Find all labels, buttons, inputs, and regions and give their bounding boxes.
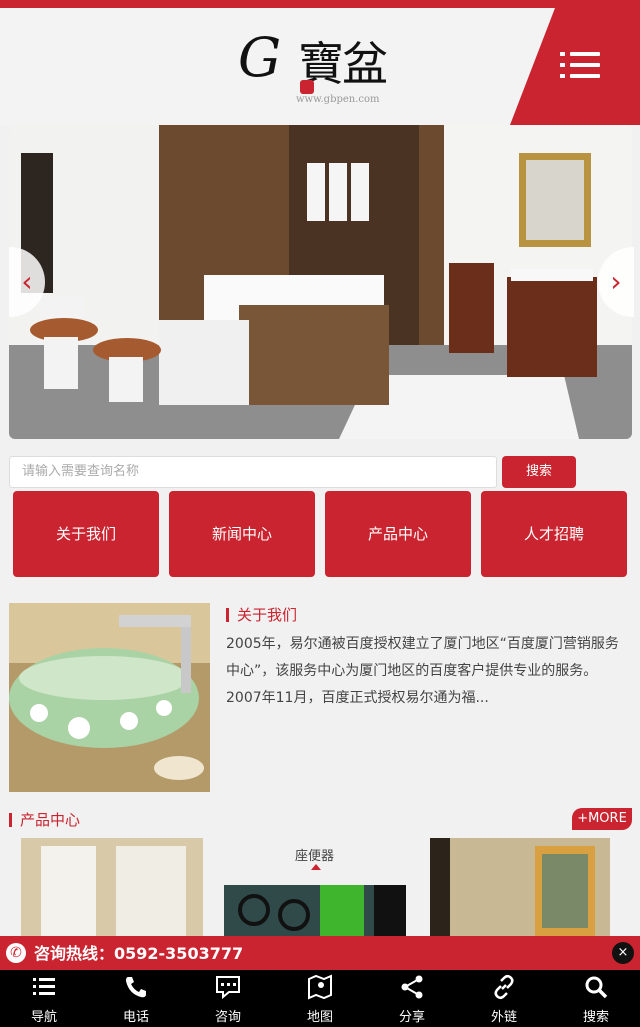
search-button[interactable]: 搜索 [502, 456, 576, 488]
bottom-nav: 导航 电话 咨询 地图 分享 外链 搜索 [0, 970, 640, 1027]
phone-icon [126, 977, 146, 998]
list-icon [33, 978, 55, 995]
bottom-nav-nav[interactable]: 导航 [4, 970, 84, 1027]
nav-jobs-button[interactable]: 人才招聘 [481, 491, 627, 577]
hero-banner[interactable] [9, 125, 632, 439]
search-input[interactable]: 请输入需要查询名称 [9, 456, 497, 488]
hotline-text: 咨询热线：0592-3503777 [34, 944, 244, 963]
nav-products-button[interactable]: 产品中心 [325, 491, 471, 577]
hamburger-icon[interactable] [560, 50, 600, 80]
product-image-2[interactable] [224, 885, 406, 936]
about-image[interactable] [9, 603, 210, 792]
bottom-nav-share[interactable]: 分享 [372, 970, 452, 1027]
hotline-bar[interactable]: ✆ 咨询热线：0592-3503777 × [0, 936, 640, 970]
bottom-nav-label: 咨询 [214, 1010, 241, 1025]
bottom-nav-label: 外链 [490, 1010, 517, 1025]
bottom-nav-map[interactable]: 地图 [280, 970, 360, 1027]
logo-url: www.gbpen.com [296, 94, 380, 105]
bottom-nav-label: 搜索 [582, 1010, 609, 1025]
site-logo[interactable]: G 寶盆 www.gbpen.com [238, 22, 398, 112]
bottom-nav-consult[interactable]: 咨询 [188, 970, 268, 1027]
logo-seal-icon [300, 80, 314, 94]
top-accent-bar [0, 0, 640, 8]
nav-news-button[interactable]: 新闻中心 [169, 491, 315, 577]
about-text: 2005年，易尔通被百度授权建立了厦门地区“百度厦门营销服务中心”，该服务中心为… [226, 636, 619, 706]
map-icon [308, 974, 332, 1000]
bottom-nav-label: 导航 [30, 1010, 57, 1025]
site-header: G 寶盆 www.gbpen.com [0, 8, 640, 125]
phone-circle-icon: ✆ [6, 943, 26, 963]
bottom-nav-label: 分享 [398, 1010, 425, 1025]
close-icon[interactable]: × [612, 942, 634, 964]
bathroom-image [9, 125, 632, 439]
bottom-nav-label: 电话 [122, 1010, 149, 1025]
product-image-1[interactable] [21, 838, 203, 936]
about-title[interactable]: 关于我们 [226, 608, 297, 623]
search-icon [585, 976, 608, 999]
product-label: 座便器 [295, 849, 335, 864]
logo-letter: G [238, 26, 282, 89]
share-icon [401, 975, 423, 999]
products-title[interactable]: 产品中心 [9, 813, 80, 828]
product-image-3[interactable] [430, 838, 610, 936]
bottom-nav-search[interactable]: 搜索 [556, 970, 636, 1027]
triangle-up-icon [311, 864, 321, 870]
bottom-nav-label: 地图 [306, 1010, 333, 1025]
more-button[interactable]: +MORE [572, 808, 632, 830]
nav-about-button[interactable]: 关于我们 [13, 491, 159, 577]
chat-icon [216, 976, 240, 1000]
bottom-nav-phone[interactable]: 电话 [96, 970, 176, 1027]
link-icon [494, 974, 514, 1000]
bottom-nav-links[interactable]: 外链 [464, 970, 544, 1027]
